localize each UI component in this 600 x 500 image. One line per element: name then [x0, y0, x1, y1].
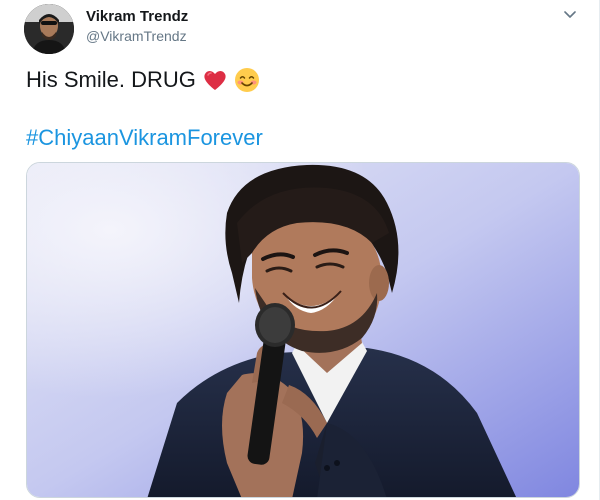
tweet-card: Vikram Trendz @VikramTrendz His Smile. D… — [0, 0, 600, 500]
tweet-text: His Smile. DRUG — [26, 66, 260, 94]
tweet-text-body: His Smile. DRUG — [26, 67, 196, 92]
tweet-photo[interactable] — [26, 162, 580, 498]
photo-image — [27, 163, 579, 497]
display-name[interactable]: Vikram Trendz — [86, 8, 188, 26]
red-heart-icon — [204, 71, 226, 90]
avatar-image — [24, 4, 74, 54]
tweet-menu-button[interactable] — [561, 6, 579, 24]
smiling-face-icon — [234, 68, 259, 92]
avatar[interactable] — [24, 4, 74, 54]
chevron-down-icon — [564, 11, 576, 18]
hashtag-link[interactable]: #ChiyaanVikramForever — [26, 124, 263, 152]
user-handle[interactable]: @VikramTrendz — [86, 27, 187, 45]
